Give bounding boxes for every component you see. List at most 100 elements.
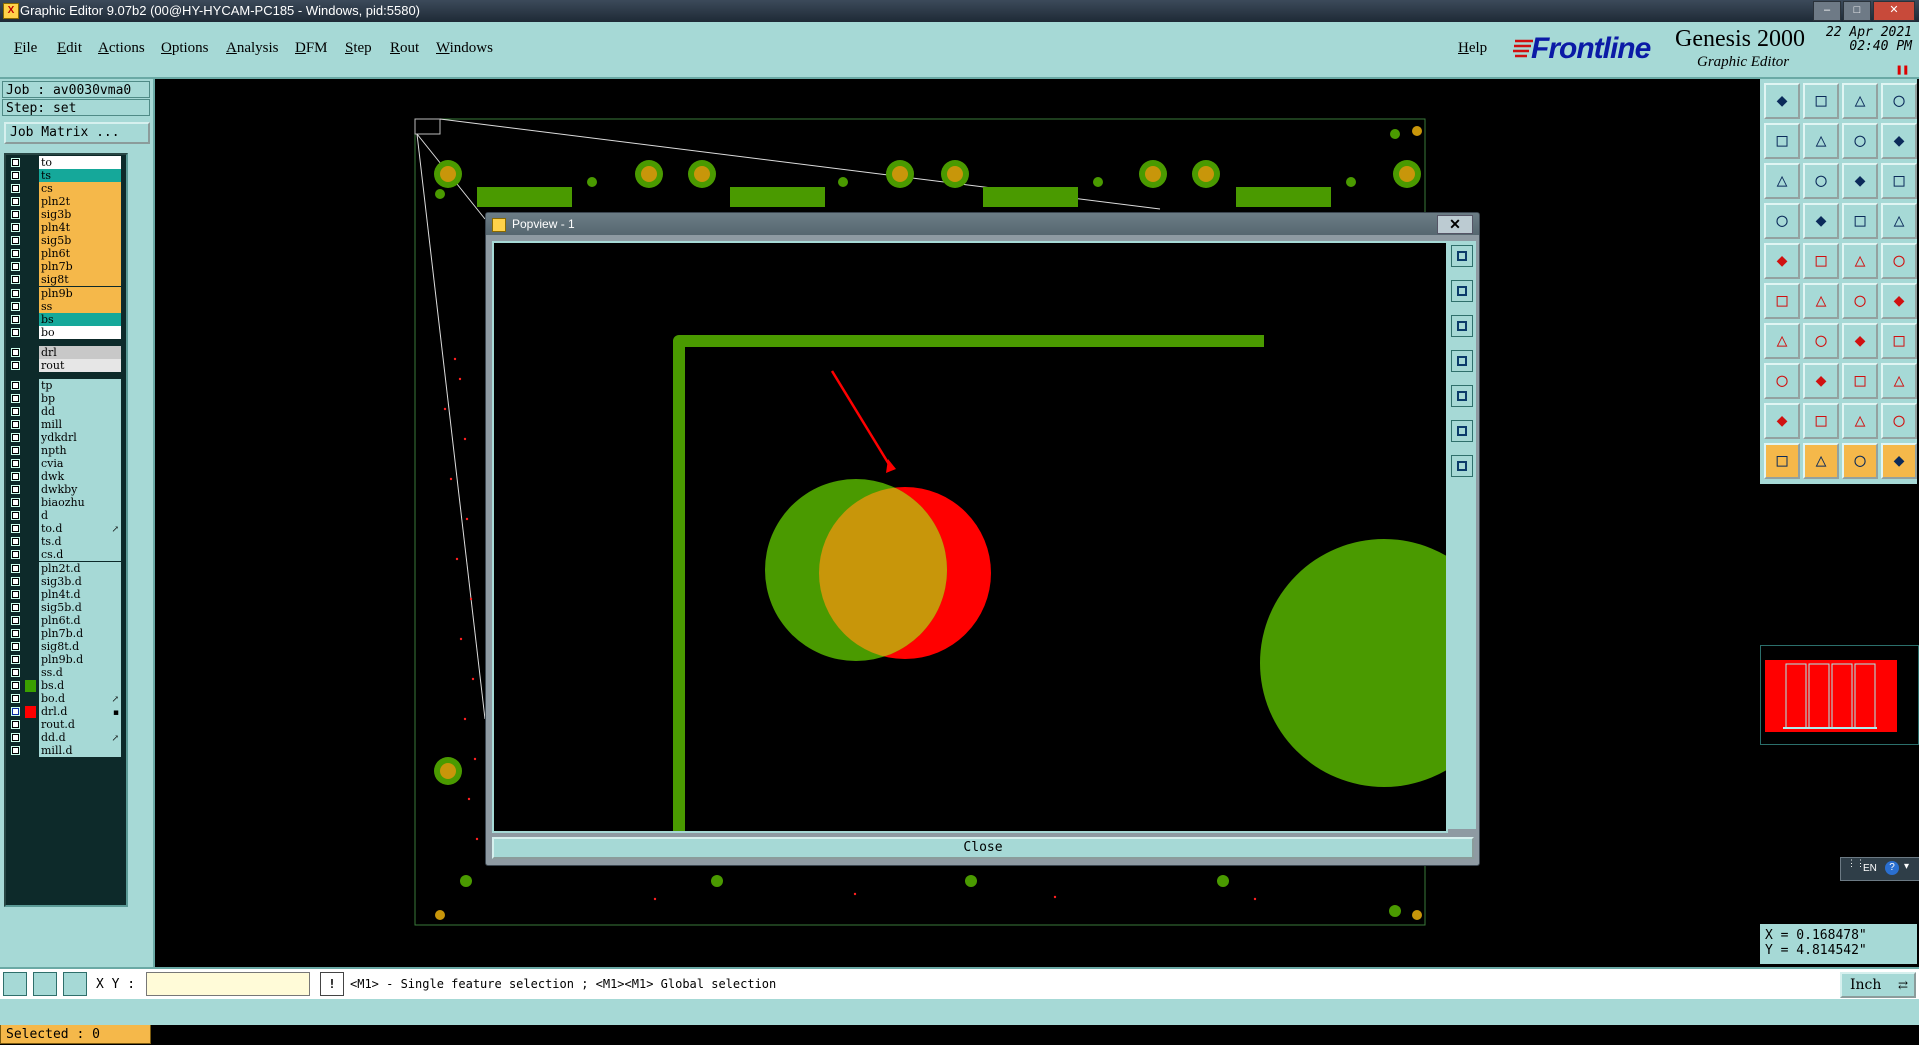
- layer-row[interactable]: ydkdrl: [8, 431, 122, 445]
- layer-checkbox[interactable]: [11, 275, 20, 285]
- layer-row[interactable]: pln7b: [8, 260, 122, 274]
- select-arrow-icon[interactable]: □: [1764, 443, 1800, 479]
- layer-row[interactable]: ts.d: [8, 535, 122, 549]
- layer-name[interactable]: mill.d: [39, 744, 121, 758]
- layer-name[interactable]: to.d ↗: [39, 522, 121, 536]
- layer-row[interactable]: bo: [8, 325, 122, 340]
- layer-checkbox[interactable]: [11, 210, 20, 220]
- layer-name[interactable]: pln9b.d: [39, 652, 121, 666]
- menu-windows[interactable]: Windows: [436, 40, 493, 57]
- layer-name[interactable]: pln2t.d: [39, 561, 121, 575]
- board-minimap[interactable]: [1760, 645, 1919, 745]
- grid-mode-icon[interactable]: [63, 972, 87, 996]
- layer-name[interactable]: bs: [39, 312, 121, 326]
- layer-row[interactable]: cs.d: [8, 548, 122, 562]
- layer-name[interactable]: pln9b: [39, 286, 121, 300]
- pad-select-icon[interactable]: ◆: [1764, 243, 1800, 279]
- zoom-fit-icon[interactable]: △: [1764, 163, 1800, 199]
- select-net-icon[interactable]: ◆: [1881, 443, 1917, 479]
- measure-distance-icon[interactable]: □: [1842, 363, 1878, 399]
- layer-checkbox[interactable]: [11, 485, 20, 495]
- add-line-icon[interactable]: ◯: [1842, 283, 1878, 319]
- layer-checkbox[interactable]: [11, 524, 20, 534]
- layer-name[interactable]: ydkdrl: [39, 431, 121, 444]
- menu-step[interactable]: Step: [345, 40, 372, 57]
- layer-name[interactable]: sig5b: [39, 234, 121, 248]
- grid-toggle-icon[interactable]: ◆: [1803, 203, 1839, 239]
- menu-options[interactable]: Options: [161, 40, 209, 57]
- layer-name[interactable]: cvia: [39, 457, 121, 471]
- layer-row[interactable]: pln2t.d: [8, 561, 122, 576]
- layer-checkbox[interactable]: [11, 393, 20, 403]
- layer-checkbox[interactable]: [11, 498, 20, 508]
- layer-checkbox[interactable]: [11, 406, 20, 416]
- layer-row[interactable]: rout: [8, 358, 122, 373]
- layer-row[interactable]: bp: [8, 391, 122, 406]
- layer-name[interactable]: pln6t: [39, 247, 121, 261]
- layer-row[interactable]: pln6t.d: [8, 613, 122, 628]
- layer-row[interactable]: npth: [8, 444, 122, 458]
- layer-name[interactable]: cs.d: [39, 548, 121, 562]
- layer-checkbox[interactable]: [11, 615, 20, 625]
- layer-row[interactable]: mill: [8, 417, 122, 432]
- layer-row[interactable]: sig5b: [8, 234, 122, 248]
- layer-row[interactable]: pln2t: [8, 195, 122, 209]
- pause-icon[interactable]: ❚❚: [1896, 63, 1909, 76]
- popview-close-x-button[interactable]: ✕: [1437, 215, 1473, 234]
- layer-row[interactable]: pln9b.d: [8, 652, 122, 667]
- layer-row[interactable]: pln6t: [8, 247, 122, 261]
- message-icon[interactable]: !: [320, 972, 344, 996]
- layer-checkbox[interactable]: [11, 446, 20, 456]
- rotate-icon[interactable]: ◆: [1842, 323, 1878, 359]
- layer-name[interactable]: npth: [39, 444, 121, 458]
- menu-edit[interactable]: Edit: [57, 40, 82, 57]
- layer-checkbox[interactable]: [11, 550, 20, 560]
- angle-mode-icon[interactable]: [33, 972, 57, 996]
- draw-slash-icon[interactable]: ◯: [1803, 323, 1839, 359]
- layer-checkbox[interactable]: [11, 360, 20, 370]
- layer-checkbox[interactable]: [11, 459, 20, 469]
- layer-name[interactable]: mill: [39, 417, 121, 431]
- layer-row[interactable]: pln4t: [8, 221, 122, 235]
- move-node-icon[interactable]: ◆: [1881, 283, 1917, 319]
- layer-name[interactable]: sig5b.d: [39, 600, 121, 614]
- layer-row[interactable]: dd: [8, 404, 122, 419]
- units-button[interactable]: Inch ⇄: [1840, 972, 1916, 998]
- layer-name[interactable]: bp: [39, 391, 121, 405]
- layer-row[interactable]: pln7b.d: [8, 626, 122, 641]
- layer-overlay-icon[interactable]: □: [1842, 203, 1878, 239]
- layer-checkbox[interactable]: [11, 641, 20, 651]
- layer-checkbox[interactable]: [11, 537, 20, 547]
- layer-checkbox[interactable]: [11, 347, 20, 357]
- help-icon[interactable]: ?: [1885, 861, 1899, 875]
- popview-zoom-home-icon[interactable]: [1451, 245, 1473, 267]
- pad-info-icon[interactable]: ◯: [1764, 363, 1800, 399]
- popview-pan-left-icon[interactable]: [1451, 350, 1473, 372]
- layer-name[interactable]: pln6t.d: [39, 613, 121, 627]
- zoom-home-icon[interactable]: ◆: [1764, 83, 1800, 119]
- circle-feature-icon[interactable]: ◯: [1881, 243, 1917, 279]
- menu-actions[interactable]: Actions: [98, 40, 145, 57]
- layer-compare-icon[interactable]: △: [1881, 203, 1917, 239]
- layer-checkbox[interactable]: [11, 680, 20, 690]
- layer-checkbox[interactable]: [11, 314, 20, 324]
- draw-line-icon[interactable]: △: [1764, 323, 1800, 359]
- layer-name[interactable]: biaozhu: [39, 496, 121, 510]
- layer-name[interactable]: rout.d: [39, 718, 121, 732]
- layer-checkbox[interactable]: [11, 327, 20, 337]
- layer-row[interactable]: dwk: [8, 470, 122, 484]
- layer-checkbox[interactable]: [11, 733, 20, 743]
- layer-checkbox[interactable]: [11, 419, 20, 429]
- layer-name[interactable]: pln7b: [39, 260, 121, 274]
- layer-row[interactable]: drl.d ▪: [8, 705, 122, 719]
- layer-name[interactable]: drl.d ▪: [39, 705, 121, 719]
- layer-row[interactable]: pln9b: [8, 286, 122, 301]
- layer-row[interactable]: ss.d: [8, 665, 122, 680]
- layer-checkbox[interactable]: [11, 589, 20, 599]
- layer-name[interactable]: sig3b: [39, 208, 121, 222]
- maximize-button[interactable]: □: [1843, 1, 1871, 21]
- layer-name[interactable]: pln4t: [39, 221, 121, 235]
- layer-name[interactable]: d: [39, 509, 121, 523]
- ime-options-icon[interactable]: ▾: [1904, 861, 1909, 872]
- popview-zoom-fit-icon[interactable]: [1451, 420, 1473, 442]
